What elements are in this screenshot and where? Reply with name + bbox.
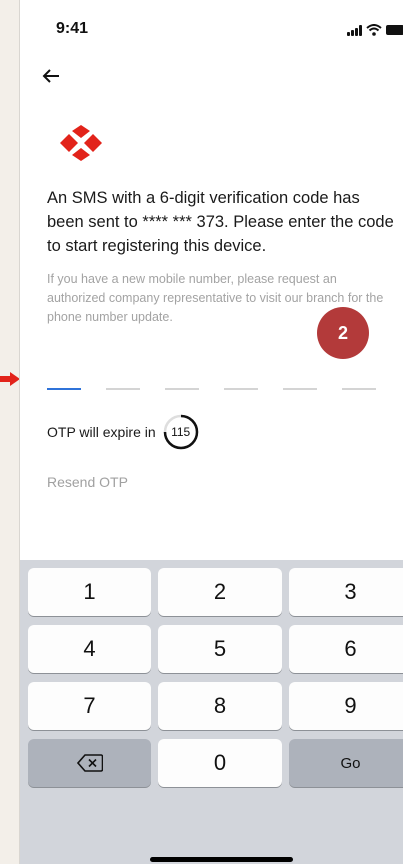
battery-icon [386, 25, 403, 35]
otp-input[interactable] [47, 378, 376, 390]
phone-screen: 9:41 An SMS with a 6-digit verification … [19, 0, 403, 864]
key-5[interactable]: 5 [158, 625, 282, 673]
status-icons [347, 24, 403, 36]
key-4[interactable]: 4 [28, 625, 151, 673]
key-1[interactable]: 1 [28, 568, 151, 616]
otp-digit-5[interactable] [283, 378, 317, 390]
back-arrow-icon[interactable] [40, 64, 64, 88]
step-badge: 2 [317, 307, 369, 359]
otp-digit-3[interactable] [165, 378, 199, 390]
otp-digit-6[interactable] [342, 378, 376, 390]
key-3[interactable]: 3 [289, 568, 403, 616]
arrow-pointer-icon [0, 372, 20, 386]
sms-sent-message: An SMS with a 6-digit verification code … [47, 189, 394, 255]
brand-logo [60, 125, 102, 166]
delete-key[interactable] [28, 739, 151, 787]
otp-expiry-label: OTP will expire in [47, 424, 156, 440]
status-time: 9:41 [56, 20, 89, 37]
key-2[interactable]: 2 [158, 568, 282, 616]
go-key[interactable]: Go [289, 739, 403, 787]
otp-digit-4[interactable] [224, 378, 258, 390]
status-bar: 9:41 [20, 0, 403, 60]
wifi-icon [366, 24, 382, 36]
key-8[interactable]: 8 [158, 682, 282, 730]
backspace-icon [76, 754, 103, 772]
otp-digit-1[interactable] [47, 378, 81, 390]
resend-otp-link[interactable]: Resend OTP [47, 474, 128, 490]
numeric-keypad: 1 2 3 4 5 6 7 8 9 0 Go [20, 560, 403, 864]
countdown-timer: 115 [162, 413, 200, 451]
key-7[interactable]: 7 [28, 682, 151, 730]
key-0[interactable]: 0 [158, 739, 282, 787]
signal-icon [347, 24, 362, 36]
home-indicator [150, 857, 293, 862]
key-9[interactable]: 9 [289, 682, 403, 730]
otp-digit-2[interactable] [106, 378, 140, 390]
key-6[interactable]: 6 [289, 625, 403, 673]
otp-expiry-row: OTP will expire in 115 [47, 413, 200, 451]
countdown-seconds: 115 [171, 425, 191, 439]
